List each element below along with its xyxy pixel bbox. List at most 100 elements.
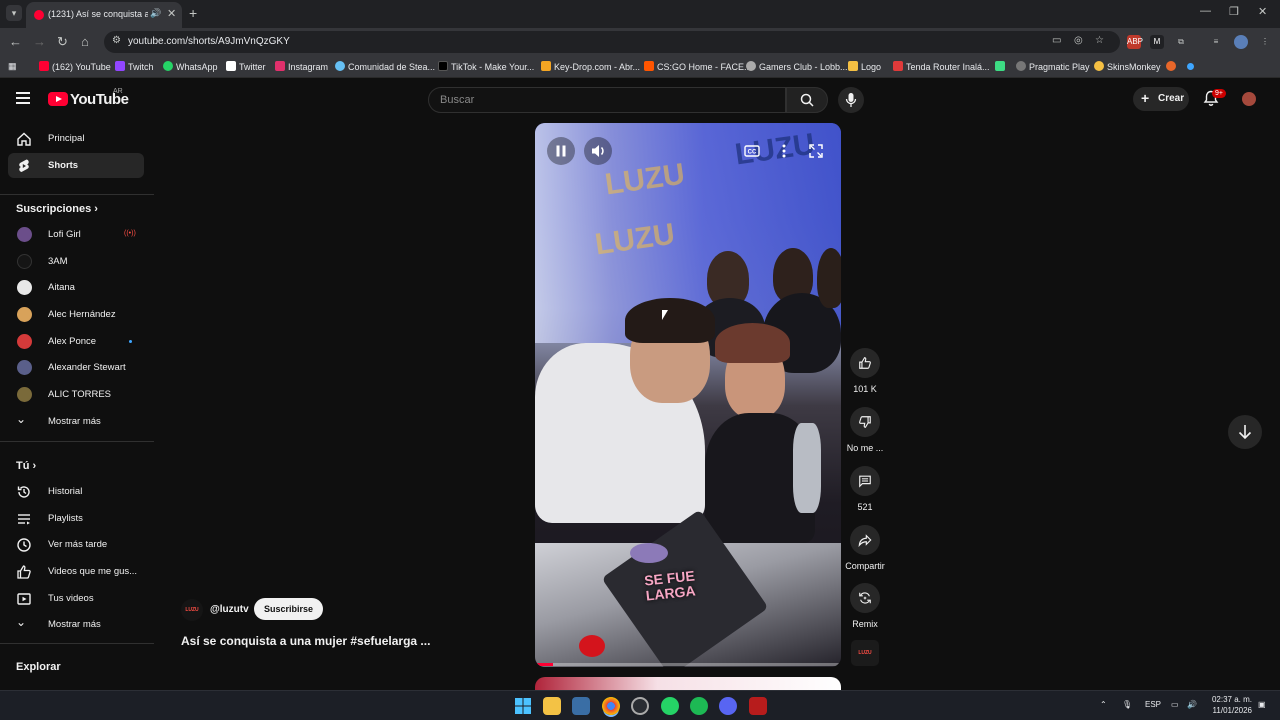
maximize-button[interactable]: ❐ bbox=[1229, 5, 1239, 18]
install-app-icon[interactable]: ▭ bbox=[1052, 35, 1061, 46]
sidebar-sub-alex-ponce[interactable]: Alex Ponce bbox=[8, 329, 144, 354]
tab-search-icon[interactable]: ▾ bbox=[6, 5, 22, 21]
share-button[interactable] bbox=[850, 525, 880, 555]
spotify-icon[interactable] bbox=[690, 697, 708, 715]
like-action[interactable]: 101 K bbox=[843, 348, 887, 394]
language-indicator[interactable]: ESP bbox=[1145, 700, 1161, 709]
bookmark-item[interactable]: WhatsApp bbox=[163, 61, 218, 72]
bookmark-item[interactable]: Instagram bbox=[275, 61, 328, 72]
share-action[interactable]: Compartir bbox=[843, 525, 887, 571]
sidebar-item-ver-mas-tarde[interactable]: Ver más tarde bbox=[8, 532, 144, 557]
sidebar-item-shorts[interactable]: Shorts bbox=[8, 153, 144, 178]
sidebar-show-more-subs[interactable]: ⌄ Mostrar más bbox=[8, 409, 144, 434]
youtube-logo-icon[interactable] bbox=[48, 92, 68, 106]
channel-avatar[interactable]: LUZU bbox=[181, 599, 203, 621]
bookmark-item[interactable]: TikTok - Make Your... bbox=[438, 61, 534, 72]
pause-button[interactable] bbox=[547, 137, 575, 165]
bookmark-star-icon[interactable]: ☆ bbox=[1095, 35, 1104, 46]
forward-icon[interactable]: → bbox=[33, 34, 46, 49]
bookmark-item[interactable]: Twitter bbox=[226, 61, 266, 72]
comments-action[interactable]: 521 bbox=[843, 466, 887, 512]
voice-search-button[interactable] bbox=[838, 87, 864, 113]
bookmark-item[interactable]: (162) YouTube bbox=[39, 61, 111, 72]
extensions-icon[interactable]: ⧉ bbox=[1174, 35, 1188, 49]
short-title[interactable]: Así se conquista a una mujer #sefuelarga… bbox=[181, 634, 430, 648]
you-header[interactable]: Tú › bbox=[16, 460, 36, 472]
bookmark-item[interactable]: Logo bbox=[848, 61, 881, 72]
subscriptions-header[interactable]: Suscripciones › bbox=[16, 203, 98, 215]
profile-icon[interactable] bbox=[1234, 35, 1248, 49]
sidebar-sub-alic-torres[interactable]: ALIC TORRES bbox=[8, 382, 144, 407]
captions-button[interactable]: CC bbox=[738, 137, 766, 165]
dislike-action[interactable]: No me ... bbox=[843, 407, 887, 453]
tab-close-icon[interactable]: ✕ bbox=[167, 7, 176, 20]
sidebar-sub-alexander-stewart[interactable]: Alexander Stewart bbox=[8, 355, 144, 380]
back-icon[interactable]: ← bbox=[9, 34, 22, 49]
sidebar-sub-alec-hernandez[interactable]: Alec Hernández bbox=[8, 302, 144, 327]
active-tab[interactable]: (1231) Así se conquista a una mujer 🔊 ✕ bbox=[26, 2, 182, 28]
sidebar-item-liked-videos[interactable]: Videos que me gus... bbox=[8, 559, 144, 584]
site-info-icon[interactable]: ⚙ bbox=[112, 35, 121, 46]
bookmark-item[interactable]: Pragmatic Play bbox=[1016, 61, 1090, 72]
sidebar-item-historial[interactable]: Historial bbox=[8, 479, 144, 504]
sidebar-sub-3am[interactable]: 3AM bbox=[8, 249, 144, 274]
bookmark-item[interactable]: Comunidad de Stea... bbox=[335, 61, 435, 72]
search-button[interactable] bbox=[786, 87, 828, 113]
bookmark-item[interactable]: Key-Drop.com - Abr... bbox=[541, 61, 640, 72]
next-short-button[interactable] bbox=[1228, 415, 1262, 449]
video-progress-bar[interactable] bbox=[535, 663, 841, 666]
like-button[interactable] bbox=[850, 348, 880, 378]
store-icon[interactable] bbox=[572, 697, 590, 715]
reading-list-icon[interactable]: ≡ bbox=[1209, 35, 1223, 49]
dislike-button[interactable] bbox=[850, 407, 880, 437]
account-avatar[interactable] bbox=[1242, 92, 1256, 106]
tracking-icon[interactable]: ◎ bbox=[1074, 35, 1083, 46]
subscribe-button[interactable]: Suscribirse bbox=[254, 598, 323, 620]
sidebar-item-playlists[interactable]: Playlists bbox=[8, 506, 144, 531]
channel-thumbnail-logo[interactable]: LUZU bbox=[851, 640, 879, 666]
extension-m-icon[interactable]: M bbox=[1150, 35, 1164, 49]
address-bar[interactable]: ⚙ youtube.com/shorts/A9JmVnQzGKY ▭ ◎ ☆ bbox=[104, 31, 1120, 53]
apps-icon[interactable]: ▦ bbox=[8, 61, 17, 72]
fullscreen-button[interactable] bbox=[802, 137, 830, 165]
shorts-video-player[interactable]: LUZU LUZU LUZU SE FUE LARGA CC bbox=[535, 123, 841, 667]
sidebar-item-principal[interactable]: Principal bbox=[8, 126, 144, 151]
bookmark-extra-icon[interactable] bbox=[1166, 61, 1179, 72]
create-button[interactable]: + Crear bbox=[1133, 87, 1189, 111]
remix-action[interactable]: Remix bbox=[843, 583, 887, 629]
whatsapp-icon[interactable] bbox=[661, 697, 679, 715]
bookmark-item[interactable]: Gamers Club - Lobb... bbox=[746, 61, 848, 72]
menu-icon[interactable] bbox=[16, 92, 30, 104]
browser-menu-icon[interactable]: ⋮ bbox=[1258, 35, 1272, 49]
more-options-button[interactable] bbox=[770, 137, 798, 165]
bookmark-extra-icon[interactable] bbox=[1187, 61, 1197, 71]
sidebar-item-tus-videos[interactable]: Tus videos bbox=[8, 586, 144, 611]
sidebar-show-more-you[interactable]: ⌄ Mostrar más bbox=[8, 612, 144, 637]
discord-icon[interactable] bbox=[719, 697, 737, 715]
close-window-button[interactable]: ✕ bbox=[1258, 5, 1267, 18]
adblock-icon[interactable]: ABP bbox=[1127, 35, 1143, 49]
app-icon[interactable] bbox=[749, 697, 767, 715]
system-clock[interactable]: 02:37 a. m. 11/01/2026 bbox=[1206, 694, 1252, 716]
windows-start-icon[interactable] bbox=[514, 697, 532, 715]
chrome-icon[interactable] bbox=[602, 697, 620, 715]
minimize-button[interactable]: — bbox=[1200, 5, 1211, 17]
comments-button[interactable] bbox=[850, 466, 880, 496]
channel-name[interactable]: @luzutv bbox=[210, 604, 249, 615]
reload-icon[interactable]: ↻ bbox=[57, 34, 68, 50]
bookmark-item[interactable]: CS:GO Home - FACE... bbox=[644, 61, 752, 72]
bookmark-item[interactable] bbox=[995, 61, 1008, 72]
bookmark-item[interactable]: SkinsMonkey bbox=[1094, 61, 1161, 72]
remix-button[interactable] bbox=[850, 583, 880, 613]
network-icon[interactable]: ▭ bbox=[1171, 700, 1179, 709]
volume-button[interactable] bbox=[584, 137, 612, 165]
speaker-icon[interactable]: 🔊 bbox=[1187, 700, 1197, 709]
steam-icon[interactable] bbox=[631, 697, 649, 715]
tray-chevron-icon[interactable]: ⌃ bbox=[1100, 700, 1107, 709]
bookmark-item[interactable]: Twitch bbox=[115, 61, 154, 72]
notification-center-icon[interactable]: ▣ bbox=[1258, 700, 1266, 709]
search-input[interactable]: Buscar bbox=[428, 87, 786, 113]
home-browser-icon[interactable]: ⌂ bbox=[81, 34, 89, 49]
file-explorer-icon[interactable] bbox=[543, 697, 561, 715]
tab-audio-icon[interactable]: 🔊 bbox=[150, 8, 161, 19]
